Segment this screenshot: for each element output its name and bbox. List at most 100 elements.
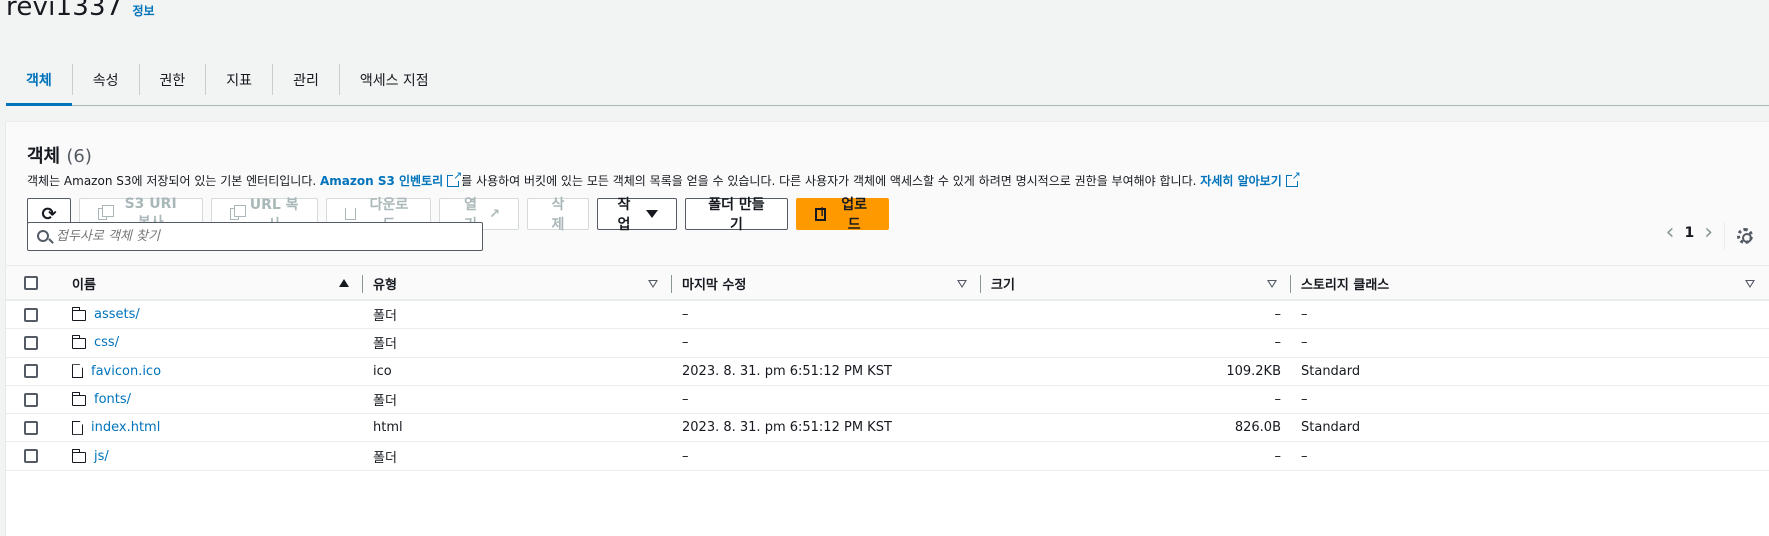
select-all-checkbox[interactable]: [24, 276, 38, 290]
folder-icon: [71, 448, 86, 463]
sort-ascending-icon[interactable]: [339, 279, 349, 287]
chevron-left-icon[interactable]: ‹: [1666, 222, 1675, 244]
name-cell: favicon.ico: [62, 357, 363, 385]
size-cell: 109.2KB: [1226, 363, 1281, 379]
row-checkbox[interactable]: [24, 335, 38, 350]
object-name-link[interactable]: fonts/: [94, 392, 131, 407]
type-cell: 폴더: [373, 394, 397, 410]
header-type-label: 유형: [373, 277, 397, 293]
actions-dropdown[interactable]: 작업: [597, 197, 677, 233]
row-checkbox-cell: [6, 329, 62, 357]
table-row: css/ 폴더 – – –: [6, 329, 1769, 358]
table-row: js/ 폴더 – – –: [6, 442, 1769, 471]
upload-label: 업로드: [841, 197, 868, 233]
size-cell: –: [1274, 448, 1282, 464]
tab-properties[interactable]: 속성: [73, 54, 139, 105]
delete-label: 삭제: [551, 197, 565, 233]
object-name-link[interactable]: assets/: [94, 307, 140, 322]
row-checkbox-cell: [6, 442, 62, 470]
modified-cell: 2023. 8. 31. pm 6:51:12 PM KST: [682, 420, 892, 436]
object-name-link[interactable]: favicon.ico: [91, 364, 161, 379]
storage-class-cell: Standard: [1301, 420, 1361, 436]
delete-button[interactable]: 삭제: [527, 197, 589, 233]
row-checkbox-cell: [6, 414, 62, 442]
tab-metrics[interactable]: 지표: [206, 54, 272, 105]
sort-icon[interactable]: [957, 280, 967, 288]
size-cell: –: [1274, 335, 1282, 351]
header-name-label: 이름: [72, 277, 96, 293]
column-header-storage-class[interactable]: 스토리지 클래스: [1291, 266, 1769, 301]
modified-cell: 2023. 8. 31. pm 6:51:12 PM KST: [682, 363, 892, 379]
row-checkbox[interactable]: [24, 392, 38, 407]
type-cell: 폴더: [373, 309, 397, 325]
type-cell: ico: [373, 363, 392, 379]
learn-more-link[interactable]: 자세히 알아보기: [1200, 174, 1281, 188]
modified-cell: –: [682, 335, 689, 351]
table-row: fonts/ 폴더 – – –: [6, 385, 1769, 414]
folder-icon: [71, 307, 86, 322]
sort-icon[interactable]: [1267, 280, 1277, 288]
storage-class-cell: –: [1301, 307, 1308, 323]
folder-icon: [71, 392, 86, 407]
file-icon: [72, 420, 83, 435]
create-folder-label: 폴더 만들기: [708, 197, 765, 233]
create-folder-button[interactable]: 폴더 만들기: [685, 197, 788, 233]
object-name-link[interactable]: index.html: [91, 420, 160, 435]
tab-management[interactable]: 관리: [273, 54, 339, 105]
objects-title-text: 객체: [27, 146, 61, 167]
row-checkbox[interactable]: [24, 449, 38, 464]
bucket-header: revi1337 정보: [6, 0, 155, 22]
row-checkbox[interactable]: [24, 420, 38, 435]
row-checkbox[interactable]: [24, 307, 38, 322]
objects-title: 객체 (6): [27, 142, 92, 168]
external-link-icon: [447, 170, 463, 187]
search-box: [27, 222, 483, 251]
modified-cell: –: [682, 392, 689, 408]
column-header-name[interactable]: 이름: [62, 266, 363, 301]
modified-cell: –: [682, 307, 689, 323]
row-checkbox-cell: [6, 301, 62, 329]
sort-icon[interactable]: [648, 280, 658, 288]
objects-description: 객체는 Amazon S3에 저장되어 있는 기본 엔터티입니다. Amazon…: [27, 170, 1301, 189]
name-cell: assets/: [62, 301, 363, 329]
actions-label: 작업: [617, 197, 631, 233]
tab-permissions[interactable]: 권한: [140, 54, 206, 105]
chevron-right-icon[interactable]: ›: [1704, 222, 1713, 244]
object-name-link[interactable]: js/: [94, 449, 109, 464]
pagination: ‹ 1 ›: [1666, 222, 1713, 244]
desc-text-2: 를 사용하여 버킷에 있는 모든 객체의 목록을 얻을 수 있습니다. 다른 사…: [461, 174, 1201, 188]
table-row: index.html html 2023. 8. 31. pm 6:51:12 …: [6, 414, 1769, 442]
inventory-link[interactable]: Amazon S3 인벤토리: [320, 174, 443, 188]
column-header-size[interactable]: 크기: [981, 266, 1291, 301]
download-icon: [345, 208, 356, 220]
type-cell: 폴더: [373, 337, 397, 353]
name-cell: fonts/: [62, 385, 363, 413]
column-header-type[interactable]: 유형: [363, 266, 672, 301]
info-link[interactable]: 정보: [133, 2, 155, 19]
prefix-search-input[interactable]: [56, 229, 482, 244]
column-header-modified[interactable]: 마지막 수정: [672, 266, 981, 301]
tab-objects[interactable]: 객체: [6, 54, 72, 106]
header-checkbox-cell: [6, 266, 62, 301]
external-link-icon: ↗: [489, 206, 500, 222]
pager-divider: [1724, 222, 1725, 250]
folder-icon: [71, 335, 86, 350]
copy-icon: [230, 205, 247, 220]
upload-button[interactable]: 업로드: [796, 197, 889, 233]
storage-class-cell: –: [1301, 335, 1308, 351]
row-checkbox-cell: [6, 385, 62, 413]
header-modified-label: 마지막 수정: [682, 277, 747, 293]
sort-icon[interactable]: [1745, 280, 1755, 288]
page-number[interactable]: 1: [1684, 225, 1694, 241]
caret-down-icon: [646, 210, 658, 218]
object-name-link[interactable]: css/: [94, 335, 119, 350]
gear-icon[interactable]: [1737, 228, 1753, 244]
tab-access-points[interactable]: 액세스 지점: [340, 54, 449, 105]
storage-class-cell: –: [1301, 392, 1308, 408]
row-checkbox[interactable]: [24, 364, 38, 379]
copy-icon: [98, 205, 115, 220]
table-row: assets/ 폴더 – – –: [6, 301, 1769, 329]
type-cell: html: [373, 420, 403, 436]
row-checkbox-cell: [6, 357, 62, 385]
bucket-tabs: 객체 속성 권한 지표 관리 액세스 지점: [6, 54, 1769, 106]
